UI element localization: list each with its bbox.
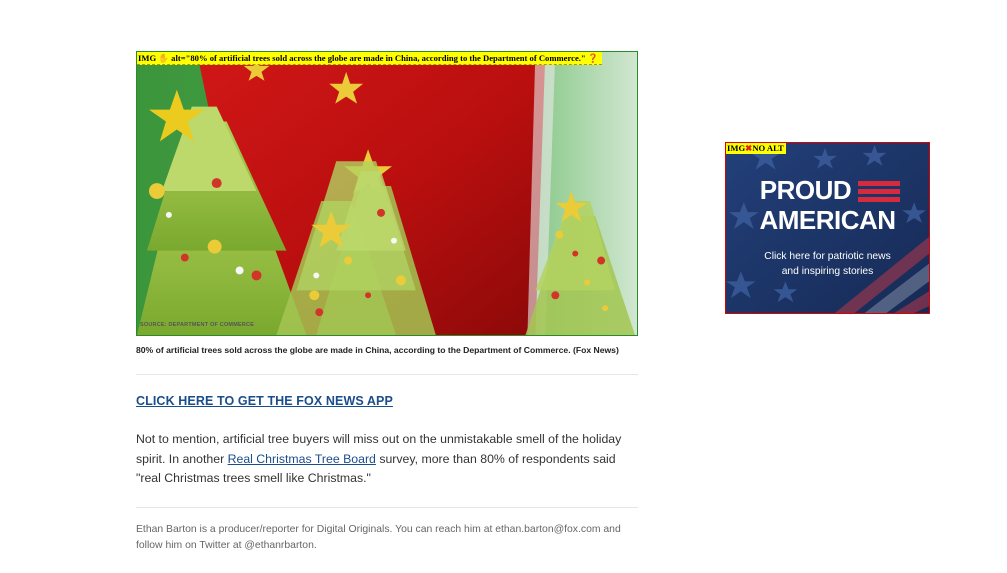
divider (136, 374, 638, 375)
image-caption: 80% of artificial trees sold across the … (136, 345, 619, 355)
article-image[interactable]: IMG ✋ alt="80% of artificial trees sold … (136, 51, 638, 336)
divider (136, 506, 638, 508)
proud-american-ad[interactable]: PROUD AMERICAN Click here for patriotic … (725, 142, 930, 314)
ad-badge-prefix: IMG (727, 143, 746, 153)
image-alt-indicator-badge: IMG ✋ alt="80% of artificial trees sold … (137, 52, 602, 65)
ad-badge-text: NO ALT (752, 143, 784, 153)
alt-badge-text: alt="80% of artificial trees sold across… (171, 53, 586, 63)
alt-badge-prefix: IMG (138, 53, 157, 63)
question-icon: ❓ (587, 53, 599, 63)
article-paragraph: Not to mention, artificial tree buyers w… (136, 430, 638, 489)
hand-icon: ✋ (158, 53, 169, 63)
china-flag-christmas-trees-illustration (137, 52, 637, 335)
ad-subtitle-line1: Click here for patriotic news (764, 251, 891, 262)
missing-alt-indicator-badge: IMG✖NO ALT (726, 143, 786, 154)
author-byline: Ethan Barton is a producer/reporter for … (136, 523, 621, 552)
image-source-label: SOURCE: DEPARTMENT OF COMMERCE (140, 322, 255, 328)
article-body: IMG ✋ alt="80% of artificial trees sold … (136, 51, 638, 555)
ad-subtitle-line2: and inspiring stories (781, 266, 874, 277)
real-christmas-tree-board-link[interactable]: Real Christmas Tree Board (228, 452, 376, 466)
ad-subtitle: Click here for patriotic news and inspir… (726, 249, 929, 279)
flag-stripes-icon (858, 181, 900, 202)
fox-news-app-link[interactable]: CLICK HERE TO GET THE FOX NEWS APP (136, 394, 638, 408)
ad-title-american: AMERICAN (759, 205, 896, 235)
